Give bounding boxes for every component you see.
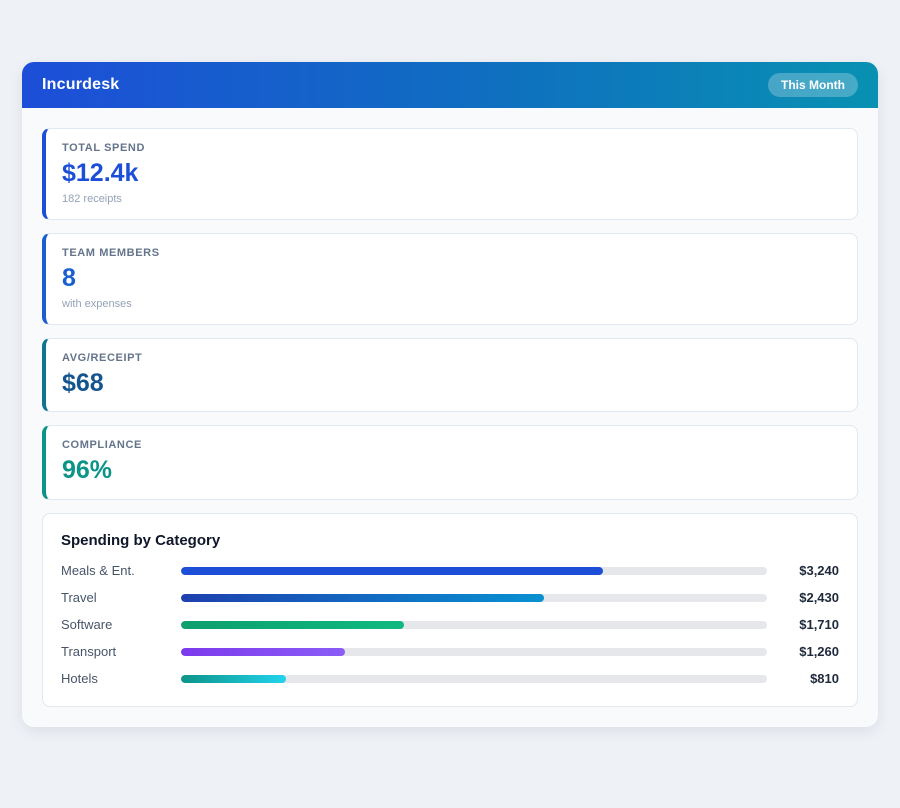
category-bar-fill (181, 567, 603, 575)
category-rows: Meals & Ent. $3,240 Travel $2,430 Software $1… (61, 563, 839, 686)
category-bar-fill (181, 594, 544, 602)
stat-label: AVG/RECEIPT (62, 352, 841, 364)
category-bar-track (181, 621, 767, 629)
stat-label: TEAM MEMBERS (62, 247, 841, 259)
category-bar-track (181, 594, 767, 602)
dashboard-body: TOTAL SPEND $12.4k 182 receipts TEAM MEMBER… (22, 108, 878, 727)
stat-value: 8 (62, 264, 841, 293)
stat-value: $12.4k (62, 159, 841, 188)
category-bar-track (181, 648, 767, 656)
category-value: $1,260 (777, 644, 839, 659)
stat-card: COMPLIANCE 96% (42, 425, 858, 500)
stat-card: TEAM MEMBERS 8 with expenses (42, 233, 858, 325)
category-value: $3,240 (777, 563, 839, 578)
spending-by-category-card: Spending by Category Meals & Ent. $3,240 T… (42, 513, 858, 707)
app-header: Incurdesk This Month (22, 62, 878, 108)
category-value: $810 (777, 671, 839, 686)
stat-card: TOTAL SPEND $12.4k 182 receipts (42, 128, 858, 220)
category-row: Meals & Ent. $3,240 (61, 563, 839, 578)
category-row: Transport $1,260 (61, 644, 839, 659)
category-bar-fill (181, 621, 404, 629)
category-bar-fill (181, 675, 286, 683)
category-value: $1,710 (777, 617, 839, 632)
stat-label: COMPLIANCE (62, 439, 841, 451)
category-label: Meals & Ent. (61, 563, 181, 578)
category-bar-track (181, 567, 767, 575)
period-badge[interactable]: This Month (768, 73, 858, 97)
stat-subtext: with expenses (62, 298, 841, 310)
category-row: Hotels $810 (61, 671, 839, 686)
category-label: Software (61, 617, 181, 632)
category-label: Travel (61, 590, 181, 605)
category-value: $2,430 (777, 590, 839, 605)
category-label: Hotels (61, 671, 181, 686)
stat-subtext: 182 receipts (62, 193, 841, 205)
section-title: Spending by Category (61, 532, 839, 549)
stat-value: 96% (62, 456, 841, 485)
stat-label: TOTAL SPEND (62, 142, 841, 154)
category-bar-fill (181, 648, 345, 656)
expense-dashboard-card: Incurdesk This Month TOTAL SPEND $12.4k 18… (22, 62, 878, 727)
stat-card: AVG/RECEIPT $68 (42, 338, 858, 413)
category-bar-track (181, 675, 767, 683)
stats-list: TOTAL SPEND $12.4k 182 receipts TEAM MEMBER… (42, 128, 858, 500)
category-row: Travel $2,430 (61, 590, 839, 605)
app-title: Incurdesk (42, 76, 119, 94)
stat-value: $68 (62, 369, 841, 398)
category-label: Transport (61, 644, 181, 659)
category-row: Software $1,710 (61, 617, 839, 632)
